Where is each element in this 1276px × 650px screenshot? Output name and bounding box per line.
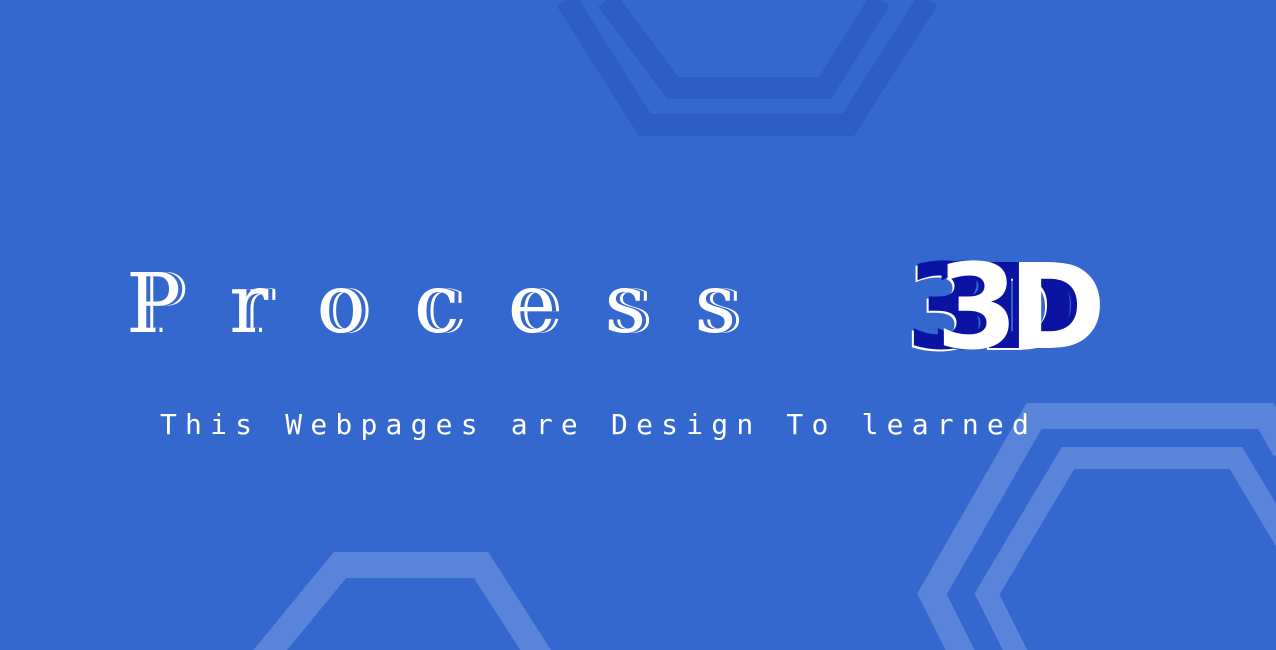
hero-title-accent-text: 3D [936,238,1106,376]
hero-title: Process 3D 3D [126,248,1126,368]
hero-title-accent: 3D 3D [906,248,1126,368]
hero-title-word: Process [126,257,785,352]
hero-section: Process 3D 3D This Webpages are Design T… [0,0,1276,650]
hero-subtitle: This Webpages are Design To learned [160,408,1038,441]
